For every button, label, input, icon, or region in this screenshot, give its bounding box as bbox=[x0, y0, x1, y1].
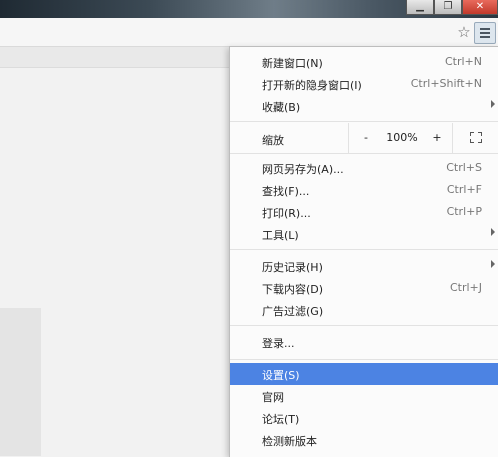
minimize-button[interactable]: ▁ bbox=[406, 0, 434, 15]
close-button[interactable]: ✕ bbox=[462, 0, 498, 15]
menu-item-forum[interactable]: 论坛(T) bbox=[230, 407, 498, 429]
zoom-level: 100% bbox=[386, 131, 418, 144]
submenu-arrow-icon bbox=[491, 100, 495, 108]
zoom-in-button[interactable]: + bbox=[422, 123, 452, 153]
menu-item-official-site[interactable]: 官网 bbox=[230, 385, 498, 407]
menu-item-tools[interactable]: 工具(L) bbox=[230, 223, 498, 245]
zoom-out-button[interactable]: - bbox=[348, 123, 383, 153]
zoom-row: 缩放 - 100% + bbox=[230, 123, 498, 153]
fullscreen-button[interactable] bbox=[452, 123, 498, 153]
menu-separator bbox=[230, 249, 498, 250]
submenu-arrow-icon bbox=[491, 260, 495, 268]
menu-separator bbox=[230, 325, 498, 326]
menu-item-save-page[interactable]: 网页另存为(A)... Ctrl+S bbox=[230, 157, 498, 179]
menu-item-history[interactable]: 历史记录(H) bbox=[230, 255, 498, 277]
menu-separator bbox=[230, 153, 498, 154]
menu-separator bbox=[230, 121, 498, 122]
page-gray-panel bbox=[0, 308, 41, 456]
browser-toolbar: ☆ bbox=[0, 18, 498, 47]
menu-item-bookmarks[interactable]: 收藏(B) bbox=[230, 95, 498, 117]
star-icon[interactable]: ☆ bbox=[456, 24, 472, 40]
menu-separator bbox=[230, 359, 498, 360]
restore-button[interactable]: ❐ bbox=[434, 0, 462, 15]
menu-item-check-update[interactable]: 检测新版本 bbox=[230, 429, 498, 451]
submenu-arrow-icon bbox=[491, 228, 495, 236]
menu-item-downloads[interactable]: 下载内容(D) Ctrl+J bbox=[230, 277, 498, 299]
menu-item-find[interactable]: 查找(F)... Ctrl+F bbox=[230, 179, 498, 201]
hamburger-menu-icon[interactable] bbox=[474, 22, 496, 44]
menu-item-login[interactable]: 登录... bbox=[230, 331, 498, 353]
browser-menu: 新建窗口(N) Ctrl+N 打开新的隐身窗口(I) Ctrl+Shift+N … bbox=[229, 46, 498, 457]
fullscreen-icon bbox=[470, 132, 482, 143]
menu-item-incognito-window[interactable]: 打开新的隐身窗口(I) Ctrl+Shift+N bbox=[230, 73, 498, 95]
menu-item-new-window[interactable]: 新建窗口(N) Ctrl+N bbox=[230, 51, 498, 73]
menu-item-print[interactable]: 打印(R)... Ctrl+P bbox=[230, 201, 498, 223]
window-controls: ▁ ❐ ✕ bbox=[406, 0, 498, 15]
menu-item-ad-filter[interactable]: 广告过滤(G) bbox=[230, 299, 498, 321]
menu-item-settings[interactable]: 设置(S) bbox=[230, 363, 498, 385]
desktop-background: ▁ ❐ ✕ bbox=[0, 0, 498, 18]
